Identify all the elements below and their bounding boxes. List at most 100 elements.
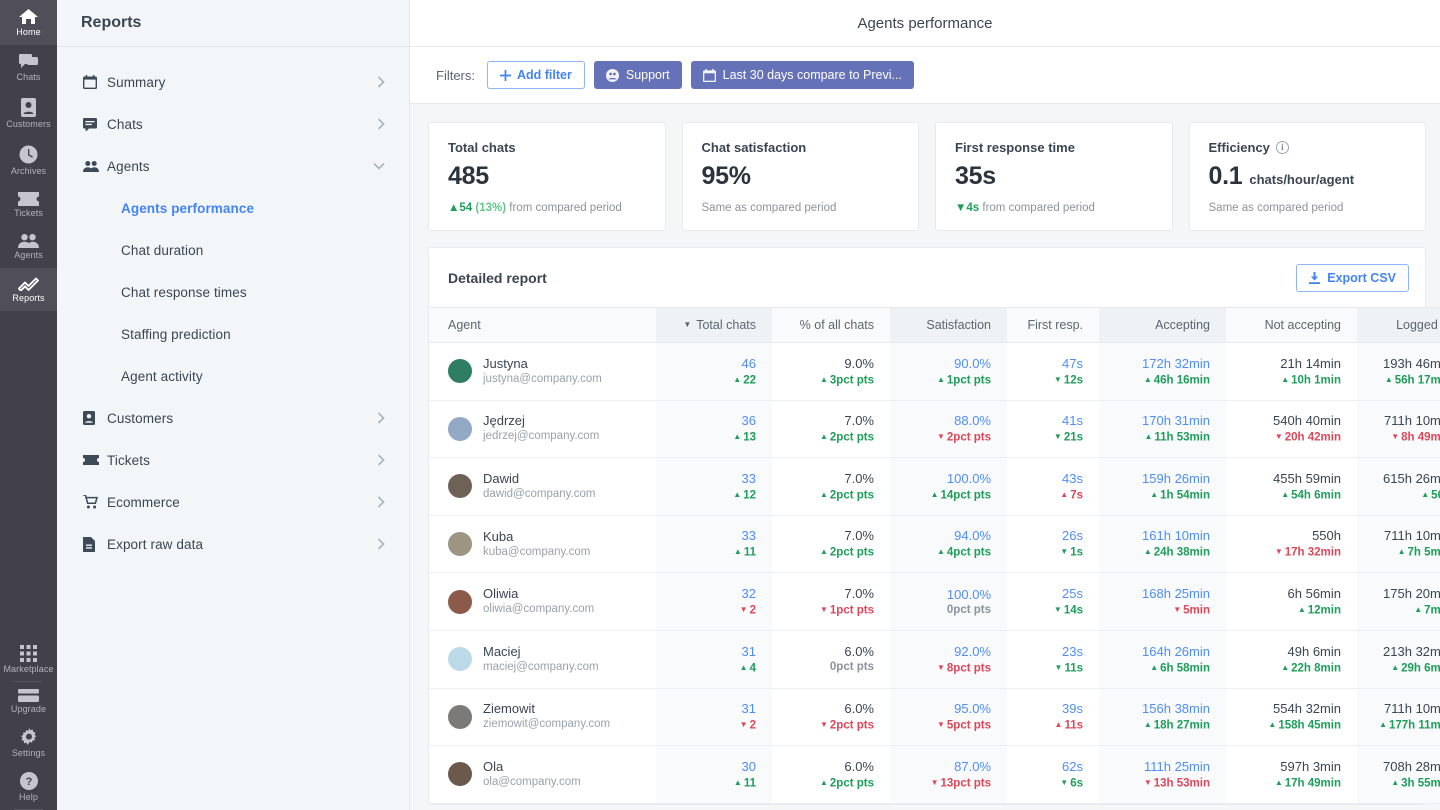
rail-item-tickets[interactable]: Tickets	[0, 184, 57, 226]
trend-arrow-icon: ▼	[819, 604, 828, 614]
table-row[interactable]: Maciej maciej@company.com 31 ▲ 4 6.0% 0pct pts…	[429, 630, 1440, 689]
kpi-delta-value: 54	[459, 202, 473, 214]
kpi-title: First response time	[955, 140, 1153, 155]
plus-icon	[500, 69, 511, 81]
cell-value: 62s	[1062, 758, 1083, 774]
column-label-satisfaction: Satisfaction	[926, 318, 991, 332]
cell-delta-value: 1pct pts	[946, 374, 991, 387]
table-row[interactable]: Ola ola@company.com 30 ▲ 11 6.0% ▲ 2pct pts 87.0…	[429, 745, 1440, 804]
cell-delta: ▲ 12	[656, 487, 756, 504]
rail-item-upgrade[interactable]: Upgrade	[0, 682, 57, 721]
rail-item-agents[interactable]: Agents	[0, 226, 57, 268]
column-header-agent[interactable]: Agent	[429, 307, 656, 343]
rail-item-customers[interactable]: Customers	[0, 90, 57, 137]
rail-item-chats[interactable]: Chats	[0, 45, 57, 90]
cell-value: 88.0%	[954, 413, 991, 429]
column-header-satisfaction[interactable]: Satisfaction	[890, 307, 1007, 343]
cell-value: 172h 32min	[1142, 355, 1210, 371]
cell-not_accepting: 455h 59min ▲ 54h 6min	[1226, 458, 1357, 516]
cell-pct_all_chats: 7.0% ▲ 2pct pts	[772, 515, 890, 573]
cell-pct_all_chats: 9.0% ▲ 3pct pts	[772, 343, 890, 401]
column-label-total-chats: Total chats	[696, 318, 756, 332]
cell-value: 100.0%	[946, 586, 991, 602]
kpi-delta-pct: (13%)	[475, 202, 507, 214]
add-filter-button[interactable]: Add filter	[487, 61, 585, 89]
table-row[interactable]: Oliwia oliwia@company.com 32 ▼ 2 7.0% ▼ 1pct pt…	[429, 572, 1440, 631]
sidebar-item-agent-activity[interactable]: Agent activity	[57, 355, 409, 397]
sidebar-item-tickets[interactable]: Tickets	[57, 439, 409, 481]
sidebar-label-export-raw-data: Export raw data	[107, 536, 204, 552]
table-row[interactable]: Jędrzej jedrzej@company.com 36 ▲ 13 7.0% ▲ 2pct…	[429, 400, 1440, 458]
table-row[interactable]: Kuba kuba@company.com 33 ▲ 11 7.0% ▲ 2pct pts 94…	[429, 515, 1440, 573]
kpi-title-text: Chat satisfaction	[701, 140, 807, 155]
sidebar-label-ecommerce: Ecommerce	[107, 494, 180, 510]
column-header-not-accepting[interactable]: Not accepting	[1226, 307, 1357, 343]
cell-value: 39s	[1062, 701, 1083, 717]
filter-chip-date-range[interactable]: Last 30 days compare to Previ...	[690, 61, 914, 89]
sidebar-item-ecommerce[interactable]: Ecommerce	[57, 481, 409, 523]
cell-agent: Jędrzej jedrzej@company.com	[429, 400, 656, 458]
cell-value: 26s	[1062, 528, 1083, 544]
trend-arrow-icon: ▲	[819, 374, 828, 384]
trend-arrow-icon: ▲	[819, 777, 828, 787]
column-header-pct-all-chats[interactable]: % of all chats	[772, 307, 890, 343]
sidebar-item-agents-performance[interactable]: Agents performance	[57, 187, 409, 229]
cell-delta-value: 177h 11min	[1388, 719, 1440, 732]
sidebar-item-chat-duration[interactable]: Chat duration	[57, 229, 409, 271]
cell-delta-value: 2	[749, 604, 756, 617]
sidebar-item-chat-response-times[interactable]: Chat response times	[57, 271, 409, 313]
sidebar-item-staffing-prediction[interactable]: Staffing prediction	[57, 313, 409, 355]
rail-item-archives[interactable]: Archives	[0, 137, 57, 184]
sidebar-item-summary[interactable]: Summary	[57, 61, 409, 103]
cell-value: 170h 31min	[1142, 413, 1210, 429]
cell-value: 92.0%	[954, 643, 991, 659]
cell-first_resp: 23s ▼ 11s	[1007, 630, 1099, 688]
column-label-logged-in: Logged in	[1396, 318, 1440, 332]
cell-delta: ▲177h 11min	[1357, 717, 1440, 734]
rail-item-marketplace[interactable]: Marketplace	[0, 638, 57, 681]
sidebar-label-agents-performance: Agents performance	[121, 200, 255, 216]
filter-chip-support[interactable]: Support	[593, 61, 682, 89]
export-csv-button[interactable]: Export CSV	[1296, 263, 1409, 292]
column-header-accepting[interactable]: Accepting	[1099, 307, 1226, 343]
chevron-right-icon	[371, 496, 385, 508]
cell-delta: ▲ 22h 8min	[1226, 660, 1341, 677]
sidebar-item-customers[interactable]: Customers	[57, 397, 409, 439]
cell-value: 33	[741, 470, 756, 486]
content-scroll-area[interactable]: Total chats 485 ▲54 (13%) from compared …	[410, 104, 1440, 810]
cell-delta: ▲56h	[1357, 487, 1440, 504]
table-row[interactable]: Dawid dawid@company.com 33 ▲ 12 7.0% ▲ 2pct pts…	[429, 457, 1440, 516]
kpi-value-number: 35s	[955, 162, 996, 190]
rail-item-settings[interactable]: Settings	[0, 721, 57, 765]
cell-delta-value: 17h 49min	[1284, 777, 1341, 790]
cell-delta-value: 4pct pts	[946, 546, 991, 559]
rail-item-help[interactable]: ? Help	[0, 765, 57, 809]
cell-value: 7.0%	[844, 528, 874, 544]
cell-delta: ▲ 17h 49min	[1226, 775, 1341, 792]
trend-arrow-icon: ▼	[936, 432, 945, 442]
table-row[interactable]: Justyna justyna@company.com 46 ▲ 22 9.0% ▲ 3pct…	[429, 342, 1440, 401]
sidebar-item-agents[interactable]: Agents	[57, 145, 409, 187]
cell-value: 6.0%	[844, 701, 874, 717]
rail-item-reports[interactable]: Reports	[0, 268, 57, 311]
rail-item-home[interactable]: Home	[0, 0, 57, 45]
cell-delta-value: 2pct pts	[829, 431, 874, 444]
cell-delta: ▲ 11	[656, 544, 756, 561]
export-csv-label: Export CSV	[1327, 270, 1396, 285]
cell-delta-value: 2pct pts	[829, 777, 874, 790]
agent-identity: Jędrzej jedrzej@company.com	[448, 413, 656, 444]
cell-delta-value: 11	[743, 546, 756, 559]
kpi-delta-arrow: ▲	[448, 202, 460, 214]
column-header-total-chats[interactable]: ▼ Total chats	[656, 307, 772, 343]
column-header-logged-in[interactable]: Logged in	[1357, 307, 1440, 343]
table-row[interactable]: Ziemowit ziemowit@company.com 31 ▼ 2 6.0% ▼ 2pc…	[429, 688, 1440, 746]
agent-name: Ola	[483, 758, 504, 774]
sidebar-item-chats[interactable]: Chats	[57, 103, 409, 145]
cell-delta: ▲ 24h 38min	[1099, 544, 1210, 561]
sidebar-nav-list: Summary Chats Agents Agents performance …	[57, 47, 409, 565]
cell-delta-value: 11h 53min	[1154, 431, 1210, 444]
gear-icon	[20, 728, 36, 745]
column-header-first-resp[interactable]: First resp.	[1007, 307, 1099, 343]
info-icon[interactable]: i	[1275, 141, 1289, 154]
sidebar-item-export-raw-data[interactable]: Export raw data	[57, 523, 409, 565]
